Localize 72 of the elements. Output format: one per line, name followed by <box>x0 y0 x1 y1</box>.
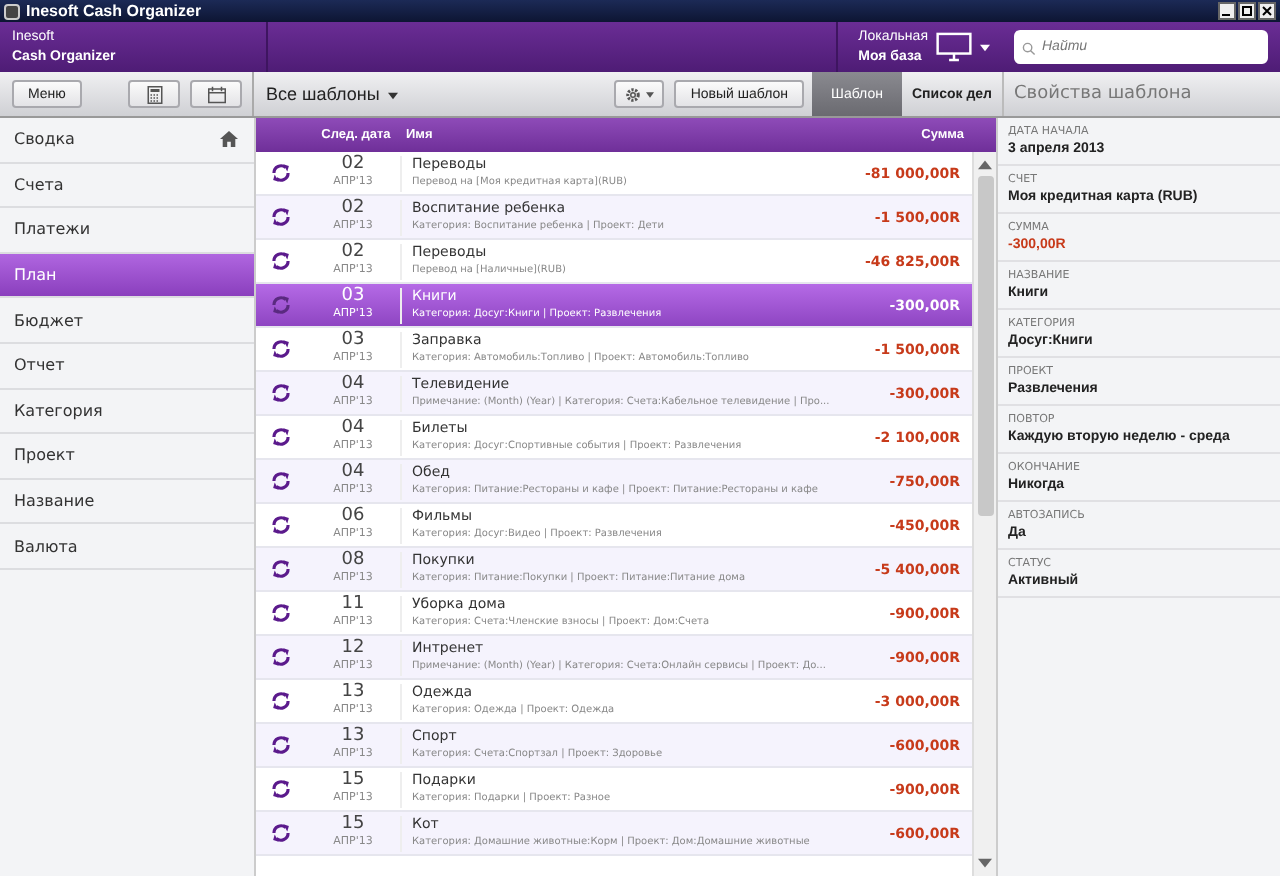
repeat-icon <box>270 250 292 272</box>
repeat-icon <box>270 558 292 580</box>
sidebar-label: Бюджет <box>14 311 84 330</box>
repeat-icon <box>270 646 292 668</box>
monitor-icon[interactable] <box>936 32 972 62</box>
day-text: 03 <box>341 331 365 349</box>
day-text: 02 <box>341 199 365 217</box>
calculator-icon <box>145 85 163 103</box>
close-icon[interactable] <box>1258 2 1276 20</box>
caret-icon <box>646 91 655 97</box>
sidebar-item[interactable]: Счета <box>0 163 254 209</box>
sidebar-item[interactable]: Название <box>0 479 254 525</box>
sidebar-label: Валюта <box>14 537 78 556</box>
search-icon <box>1022 42 1036 56</box>
day-text: 04 <box>341 375 365 393</box>
sidebar-label: Сводка <box>14 130 75 149</box>
maximize-icon[interactable] <box>1238 2 1256 20</box>
sidebar-label: Отчет <box>14 356 65 375</box>
sidebar-item[interactable]: Категория <box>0 389 254 435</box>
repeat-icon <box>270 822 292 844</box>
day-text: 02 <box>341 155 365 173</box>
repeat-icon <box>270 514 292 536</box>
day-text: 13 <box>341 727 365 745</box>
panel-title: Свойства шаблона <box>1014 84 1192 104</box>
repeat-icon <box>270 206 292 228</box>
sidebar-item[interactable]: Валюта <box>0 524 254 570</box>
repeat-icon <box>270 162 292 184</box>
calendar-button[interactable] <box>190 80 242 108</box>
repeat-icon <box>270 734 292 756</box>
settings-button[interactable] <box>614 80 665 108</box>
repeat-icon <box>270 294 292 316</box>
app-icon <box>4 3 20 19</box>
day-text: 04 <box>341 463 365 481</box>
repeat-icon <box>270 382 292 404</box>
caret-icon <box>387 91 398 100</box>
scroll-up-icon[interactable] <box>978 158 992 170</box>
day-text: 04 <box>341 419 365 437</box>
day-text: 15 <box>341 815 365 833</box>
sidebar-label: Категория <box>14 401 103 420</box>
calendar-icon <box>207 85 225 103</box>
repeat-icon <box>270 690 292 712</box>
settings-icon <box>624 85 643 103</box>
window-title: Inesoft Cash Organizer <box>26 2 204 20</box>
repeat-icon <box>270 426 292 448</box>
sidebar-label: Проект <box>14 446 75 465</box>
repeat-icon <box>270 470 292 492</box>
scroll-down-icon[interactable] <box>978 858 992 870</box>
calculator-button[interactable] <box>128 80 180 108</box>
day-text: 08 <box>341 551 365 569</box>
sidebar-label: Платежи <box>14 220 91 239</box>
sidebar-item[interactable]: Отчет <box>0 343 254 390</box>
scrollbar[interactable] <box>972 152 996 876</box>
day-text: 03 <box>341 287 365 305</box>
day-text: 15 <box>341 771 365 789</box>
sidebar-item[interactable]: Бюджет <box>0 298 254 344</box>
sidebar-label: Счета <box>14 175 64 194</box>
repeat-icon <box>270 338 292 360</box>
day-text: 11 <box>341 595 365 613</box>
sidebar-item[interactable]: Сводка <box>0 118 254 164</box>
day-text: 12 <box>341 639 365 657</box>
repeat-icon <box>270 602 292 624</box>
day-text: 13 <box>341 683 365 701</box>
day-text: 02 <box>341 243 365 261</box>
caret-icon[interactable] <box>980 43 990 51</box>
sidebar-label: План <box>14 266 57 285</box>
repeat-icon <box>270 778 292 800</box>
sidebar-item[interactable]: План <box>0 253 254 299</box>
sidebar-label: Название <box>14 492 95 511</box>
minimize-icon[interactable] <box>1218 2 1236 20</box>
sidebar-item[interactable]: Проект <box>0 434 254 480</box>
filter-dropdown[interactable]: Все шаблоны <box>266 84 398 104</box>
day-text: 06 <box>341 507 365 525</box>
